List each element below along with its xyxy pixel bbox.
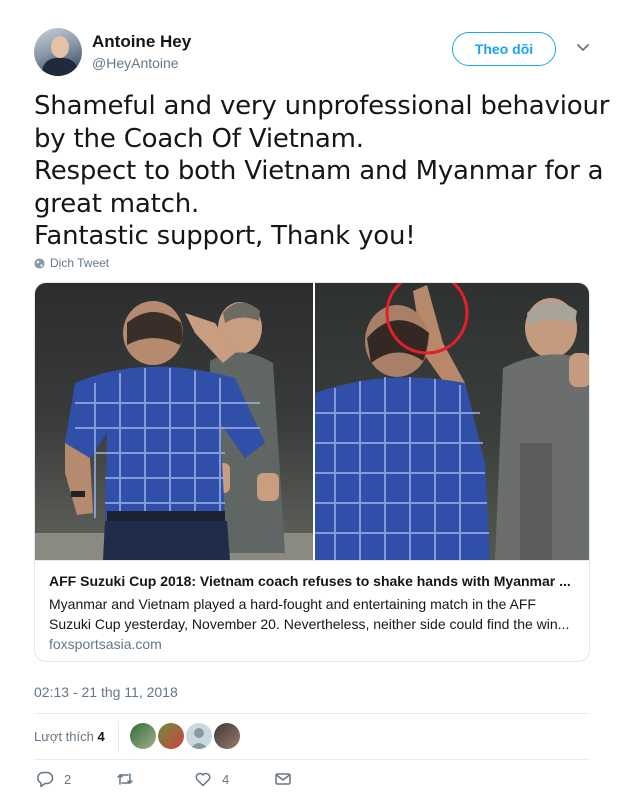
caret-down-icon[interactable] [574, 38, 592, 56]
liker-avatar[interactable] [158, 723, 184, 749]
photo-coach-right [315, 283, 589, 560]
message-icon [275, 773, 291, 785]
reply-icon [37, 771, 54, 788]
liker-avatar[interactable] [186, 723, 212, 749]
like-button[interactable]: 4 [194, 770, 229, 788]
tweet-timestamp[interactable]: 02:13 - 21 thg 11, 2018 [34, 684, 178, 700]
tweet-line: by the Coach Of Vietnam. [34, 123, 364, 154]
liker-avatar[interactable] [214, 723, 240, 749]
card-body[interactable]: AFF Suzuki Cup 2018: Vietnam coach refus… [35, 560, 589, 661]
link-card[interactable]: AFF Suzuki Cup 2018: Vietnam coach refus… [34, 282, 590, 662]
card-description-line: Myanmar and Vietnam played a hard-fought… [49, 596, 536, 612]
author-name[interactable]: Antoine Hey [92, 32, 191, 52]
card-description: Myanmar and Vietnam played a hard-fought… [49, 594, 579, 634]
translate-tweet-link[interactable]: Dịch Tweet [34, 256, 109, 270]
author-avatar[interactable] [34, 28, 82, 76]
divider [34, 759, 590, 760]
reply-count: 2 [64, 771, 72, 787]
translate-label: Dịch Tweet [50, 256, 110, 270]
tweet-line: Shameful and very unprofessional behavio… [34, 91, 610, 121]
retweet-icon [117, 773, 133, 785]
card-title[interactable]: AFF Suzuki Cup 2018: Vietnam coach refus… [49, 573, 579, 589]
heart-icon [195, 772, 211, 787]
tweet-actions: 2 4 [34, 770, 334, 794]
likes-label: Lượt thích [34, 729, 94, 744]
likes-count[interactable]: Lượt thích 4 [34, 729, 105, 744]
liker-avatar[interactable] [130, 723, 156, 749]
likes-number: 4 [97, 729, 105, 744]
direct-message-button[interactable] [274, 770, 292, 788]
tweet-text: Shameful and very unprofessional behavio… [34, 90, 610, 253]
tweet-line: Respect to both Vietnam and Myanmar for … [34, 156, 604, 186]
card-description-line: Suzuki Cup yesterday, November 20. Never… [49, 616, 570, 632]
likes-row: Lượt thích 4 [34, 713, 590, 759]
tweet-line: Fantastic support, Thank you! [34, 221, 416, 251]
tweet-line: great match. [34, 188, 200, 219]
divider [118, 721, 119, 753]
like-count: 4 [222, 771, 230, 787]
photo-coach-left [35, 283, 313, 560]
card-domain: foxsportsasia.com [49, 636, 162, 652]
card-photos[interactable] [35, 283, 589, 560]
reply-button[interactable]: 2 [36, 770, 71, 788]
retweet-button[interactable] [116, 770, 144, 788]
author-handle[interactable]: @HeyAntoine [92, 55, 179, 71]
globe-icon [34, 257, 45, 269]
follow-button[interactable]: Theo dõi [452, 32, 556, 66]
tweet-header: Antoine Hey @HeyAntoine Theo dõi [34, 28, 594, 78]
